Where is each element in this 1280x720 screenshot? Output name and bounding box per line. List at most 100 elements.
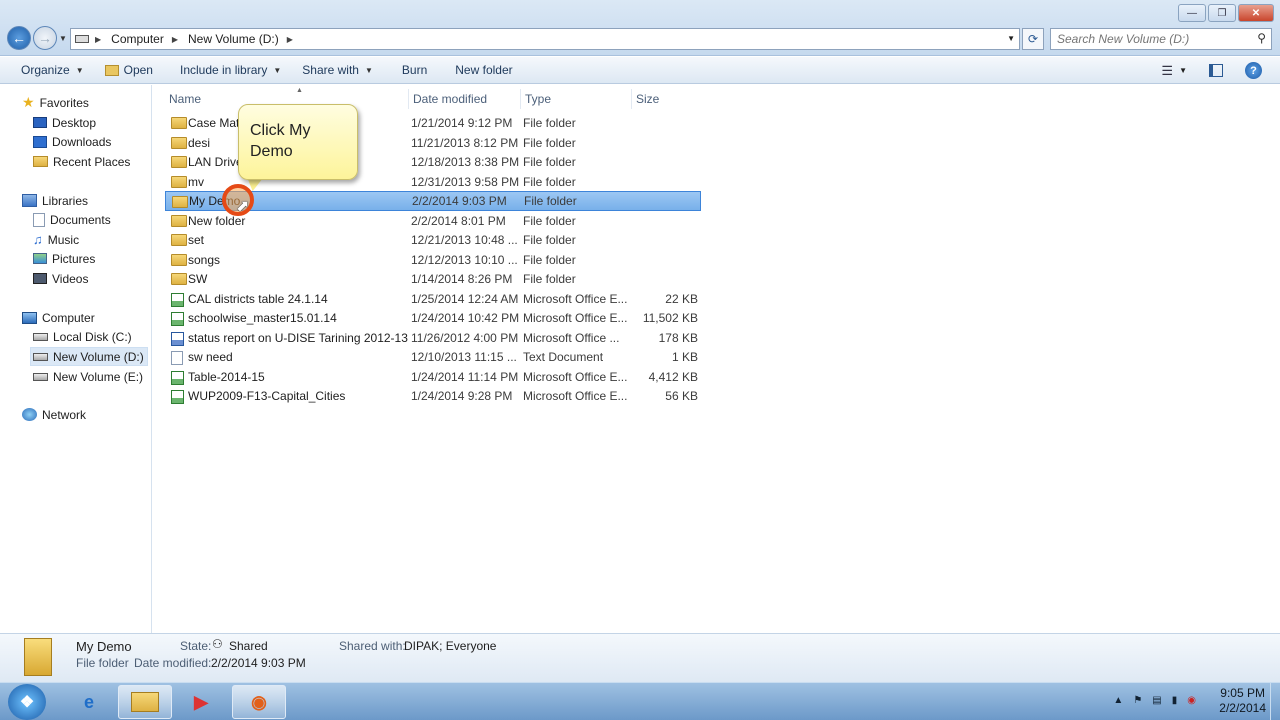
include-in-library-button[interactable]: Include in library ▼ xyxy=(166,57,294,84)
windows-explorer-taskbar-button[interactable] xyxy=(118,685,172,719)
nav-favorites[interactable]: ★ Favorites xyxy=(22,93,89,112)
search-box[interactable]: ⚲ xyxy=(1050,28,1272,50)
folder-icon xyxy=(172,196,188,208)
file-row[interactable]: status report on U-DISE Tarining 2012-13… xyxy=(165,328,701,348)
file-row[interactable]: sw need 12/10/2013 11:15 ... Text Document… xyxy=(165,347,701,367)
file-row[interactable]: SW 1/14/2014 8:26 PM File folder xyxy=(165,269,701,289)
file-name: schoolwise_master15.01.14 xyxy=(188,311,337,325)
nav-music[interactable]: ♫ Music xyxy=(33,230,79,249)
nav-new-volume-e[interactable]: New Volume (E:) xyxy=(33,367,143,386)
file-size: 1 KB xyxy=(671,350,698,364)
burn-button[interactable]: Burn xyxy=(386,57,440,84)
file-name: WUP2009-F13-Capital_Cities xyxy=(188,389,346,403)
file-row[interactable]: set 12/21/2013 10:48 ... File folder xyxy=(165,230,701,250)
nav-new-volume-d[interactable]: New Volume (D:) xyxy=(30,347,148,366)
recent-pages-dropdown-icon[interactable]: ▼ xyxy=(59,34,67,43)
close-button[interactable]: ✕ xyxy=(1238,4,1274,22)
file-row[interactable]: WUP2009-F13-Capital_Cities 1/24/2014 9:28… xyxy=(165,386,701,406)
search-input[interactable] xyxy=(1051,29,1241,49)
show-hidden-icons-icon[interactable]: ▲ xyxy=(1113,695,1123,706)
file-date-modified: 12/12/2013 10:10 ... xyxy=(411,252,518,267)
new-folder-label: New folder xyxy=(455,63,513,77)
maximize-button[interactable]: ❐ xyxy=(1208,4,1236,22)
file-type: Microsoft Office E... xyxy=(523,369,628,384)
chevron-right-icon[interactable]: ▶ xyxy=(287,35,293,44)
file-type: File folder xyxy=(523,233,576,247)
folder-icon xyxy=(171,156,187,168)
nav-downloads[interactable]: Downloads xyxy=(33,132,111,151)
internet-explorer-icon[interactable]: e xyxy=(62,685,116,719)
chevron-down-icon[interactable]: ▼ xyxy=(1179,66,1187,75)
sort-ascending-icon: ▲ xyxy=(296,87,303,94)
file-name: Table-2014-15 xyxy=(188,369,265,384)
details-date-modified-label: Date modified: xyxy=(134,656,212,670)
excel-icon xyxy=(171,390,184,404)
file-name: desi xyxy=(188,135,211,150)
breadcrumb-new-volume-d[interactable]: New Volume (D:) xyxy=(188,32,279,46)
nav-documents[interactable]: Documents xyxy=(33,210,111,229)
include-in-library-label: Include in library xyxy=(179,63,268,77)
search-icon[interactable]: ⚲ xyxy=(1257,31,1266,45)
clock-date: 2/2/2014 xyxy=(1219,701,1266,715)
details-state-label: State: xyxy=(180,639,212,653)
nav-libraries[interactable]: Libraries xyxy=(22,191,88,210)
network-status-icon[interactable]: ▤ xyxy=(1152,695,1161,706)
file-row[interactable]: Table-2014-15 1/24/2014 11:14 PM Microsoft… xyxy=(165,367,701,387)
file-row[interactable]: songs 12/12/2013 10:10 ... File folder xyxy=(165,250,701,270)
system-clock[interactable]: 9:05 PM 2/2/2014 xyxy=(1219,686,1266,716)
column-header-type[interactable]: Type xyxy=(520,89,631,109)
file-type: File folder xyxy=(523,135,576,150)
help-icon[interactable]: ? xyxy=(1245,62,1262,79)
chevron-right-icon[interactable]: ▶ xyxy=(172,35,178,44)
column-header-date-modified[interactable]: Date modified xyxy=(408,89,520,109)
file-name: SW xyxy=(188,272,208,286)
media-player-icon[interactable]: ▶ xyxy=(174,685,228,719)
file-type: File folder xyxy=(523,213,576,228)
nav-recent-places[interactable]: Recent Places xyxy=(33,152,130,171)
nav-computer[interactable]: Computer xyxy=(22,308,95,327)
chevron-right-icon[interactable]: ▶ xyxy=(95,35,101,44)
open-button[interactable]: Open xyxy=(97,57,166,84)
share-with-button[interactable]: Share with ▼ xyxy=(294,57,386,84)
file-row[interactable]: schoolwise_master15.01.14 1/24/2014 10:42… xyxy=(165,308,701,328)
forward-button[interactable]: → xyxy=(33,26,57,50)
firefox-icon[interactable]: ◉ xyxy=(232,685,286,719)
breadcrumb-computer[interactable]: Computer xyxy=(111,32,164,46)
file-type: Microsoft Office E... xyxy=(523,389,628,403)
start-button[interactable]: ❖ xyxy=(8,684,46,720)
address-history-dropdown-icon[interactable]: ▼ xyxy=(1007,34,1015,43)
change-view-icon[interactable]: ☰ xyxy=(1161,63,1173,79)
file-type: File folder xyxy=(523,116,576,130)
show-desktop-button[interactable] xyxy=(1270,683,1280,720)
action-center-icon[interactable]: ⚑ xyxy=(1133,695,1142,706)
nav-local-disk-c[interactable]: Local Disk (C:) xyxy=(33,327,132,346)
back-button[interactable]: ← xyxy=(7,26,31,50)
excel-icon xyxy=(171,370,184,385)
file-type: Microsoft Office E... xyxy=(523,311,628,325)
file-row[interactable]: CAL districts table 24.1.14 1/25/2014 12:… xyxy=(165,289,701,309)
folder-icon xyxy=(171,117,187,129)
nav-label: Desktop xyxy=(52,115,97,130)
column-header-size[interactable]: Size xyxy=(631,89,701,109)
system-tray: ▲ ⚑ ▤ ▮ ◉ xyxy=(1113,695,1196,706)
recent-places-icon xyxy=(33,156,48,167)
callout-line: Demo xyxy=(250,143,293,160)
battery-icon[interactable]: ▮ xyxy=(1172,695,1178,706)
address-bar[interactable]: ▶ Computer ▶ New Volume (D:) ▶ ▼ xyxy=(70,28,1020,50)
file-size: 11,502 KB xyxy=(642,311,698,325)
file-name: sw need xyxy=(188,350,233,364)
preview-pane-icon[interactable] xyxy=(1209,64,1223,77)
file-size: 56 KB xyxy=(665,389,698,403)
refresh-icon[interactable]: ⟳ xyxy=(1022,28,1044,50)
nav-network[interactable]: Network xyxy=(22,405,86,424)
star-icon: ★ xyxy=(22,94,35,110)
organize-button[interactable]: Organize ▼ xyxy=(0,57,97,84)
minimize-button[interactable]: — xyxy=(1178,4,1206,22)
nav-videos[interactable]: Videos xyxy=(33,269,88,288)
new-folder-button[interactable]: New folder xyxy=(440,57,525,84)
volume-muted-icon[interactable]: ◉ xyxy=(1187,695,1196,706)
nav-pictures[interactable]: Pictures xyxy=(33,249,95,268)
nav-desktop[interactable]: Desktop xyxy=(33,113,96,132)
folder-icon xyxy=(171,234,187,246)
file-type: File folder xyxy=(524,194,577,208)
